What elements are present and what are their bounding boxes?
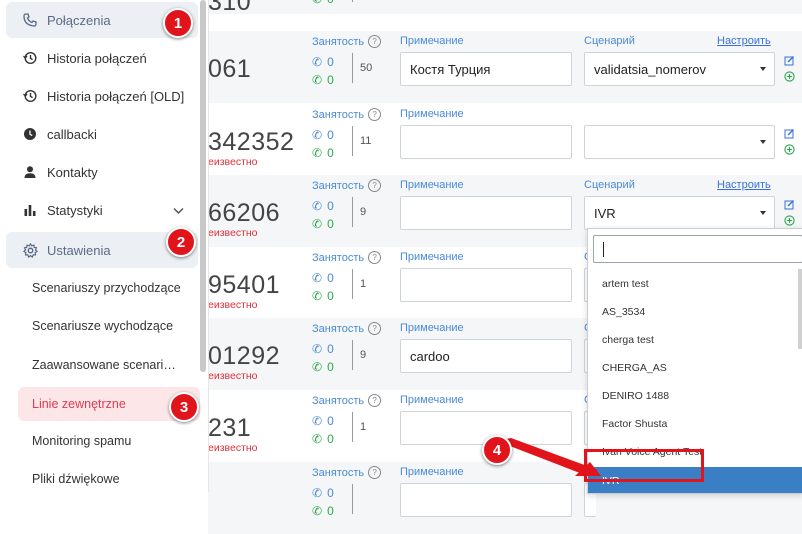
annotation-badge-1: 1	[163, 8, 193, 38]
outgoing-call-icon: ✆	[312, 504, 323, 518]
annotation-badge-4: 4	[482, 435, 512, 465]
annotation-highlight-ivr	[584, 449, 704, 482]
annotation-badge-2: 2	[166, 227, 196, 257]
outgoing-count: 0	[327, 504, 334, 518]
annotation-arrow	[497, 438, 601, 476]
annotation-badge-3: 3	[169, 392, 199, 422]
